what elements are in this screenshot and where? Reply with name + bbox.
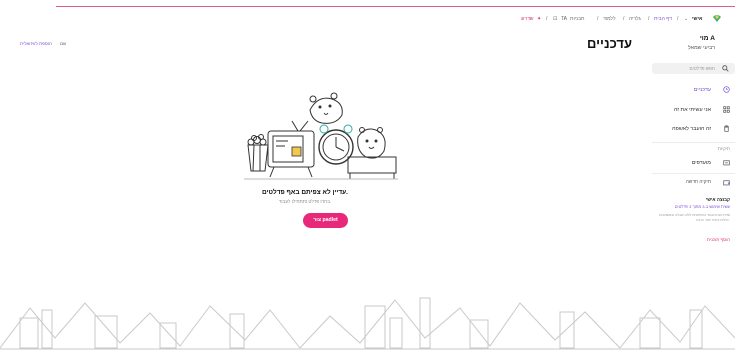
ta-icon: ⊡ bbox=[553, 16, 558, 22]
sidebar: מוי A רביעי שמאל חפש פדלטים עדכניים אני … bbox=[640, 30, 735, 260]
add-folder-icon bbox=[723, 180, 730, 186]
sidebar-item-trash[interactable]: זה הועבר לאשפה bbox=[640, 122, 735, 136]
chevron-down-icon[interactable]: ⌄ bbox=[684, 16, 688, 22]
crumb-templates[interactable]: תבניות bbox=[570, 16, 584, 22]
separator: / bbox=[546, 16, 548, 22]
crumb-learn[interactable]: ללמוד bbox=[603, 16, 616, 22]
separator: / bbox=[648, 16, 650, 22]
sidebar-item-label: עדכניים bbox=[693, 87, 711, 93]
page-title: עדכניים bbox=[587, 36, 632, 51]
separator: / bbox=[677, 16, 679, 22]
sidebar-item-made-by-me[interactable]: אני עשיתי את זה bbox=[640, 103, 735, 117]
empty-state-illustration bbox=[244, 92, 398, 180]
sidebar-item-label: תיקיה חדשה bbox=[685, 180, 711, 185]
empty-state-title: עדיין לא צפיתם באף פדלטים. bbox=[262, 189, 348, 196]
top-bar: אישי ⌄ / דף הבית / גלריה / ללמוד / תבניו… bbox=[0, 7, 735, 29]
user-subtitle: רביעי שמאל bbox=[687, 45, 715, 51]
make-padlet-button[interactable]: צור padlet bbox=[303, 213, 348, 228]
crumb-ta[interactable]: TA bbox=[561, 16, 567, 22]
user-name: מוי A bbox=[699, 35, 715, 42]
search-input[interactable]: חפש פדלטים bbox=[652, 63, 735, 74]
sidebar-item-new-folder[interactable]: תיקיה חדשה bbox=[640, 176, 735, 190]
visual-link[interactable]: הוספת לוויזואלית bbox=[20, 41, 52, 46]
brand-label[interactable]: אישי bbox=[692, 16, 702, 22]
sidebar-item-label: זה הועבר לאשפה bbox=[672, 126, 711, 132]
group-description: שדרג אותו ועבוד בחופשיות ללא הגבלה ובמשא… bbox=[659, 213, 730, 222]
crumb-gallery[interactable]: גלריה bbox=[629, 16, 641, 22]
trash-icon bbox=[724, 125, 729, 132]
clock-icon bbox=[723, 86, 730, 93]
empty-state-subtitle: בחרו פדלט ותתחילו לעבוד. bbox=[278, 199, 332, 204]
grid-icon bbox=[723, 106, 730, 113]
spark-icon: ✦ bbox=[537, 16, 542, 22]
folder-icon bbox=[723, 160, 730, 166]
upgrade-link[interactable]: שדרוג bbox=[521, 16, 534, 22]
sidebar-item-favorites[interactable]: מועדפים bbox=[640, 156, 735, 170]
sidebar-item-label: מועדפים bbox=[691, 160, 711, 166]
crumb-home[interactable]: דף הבית bbox=[654, 16, 672, 22]
divider bbox=[652, 142, 735, 143]
group-title: קבוצה אישי bbox=[705, 197, 730, 202]
upgrade-plan-link[interactable]: הוסף תוכנית bbox=[707, 237, 730, 242]
skyline-decoration bbox=[0, 297, 735, 350]
sidebar-item-label: אני עשיתי את זה bbox=[673, 107, 711, 113]
section-label: תיקיות bbox=[717, 146, 730, 151]
name-label: שם bbox=[60, 41, 67, 46]
divider bbox=[652, 173, 735, 174]
group-usage: עשית שימוש ב-3 מתוך 3 פדלטים bbox=[674, 204, 730, 209]
padlet-logo-icon[interactable] bbox=[712, 13, 722, 23]
separator: / bbox=[597, 16, 599, 22]
search-icon bbox=[722, 65, 729, 72]
search-placeholder: חפש פדלטים bbox=[689, 66, 715, 71]
separator: / bbox=[623, 16, 625, 22]
sidebar-item-recent[interactable]: עדכניים bbox=[640, 83, 735, 97]
